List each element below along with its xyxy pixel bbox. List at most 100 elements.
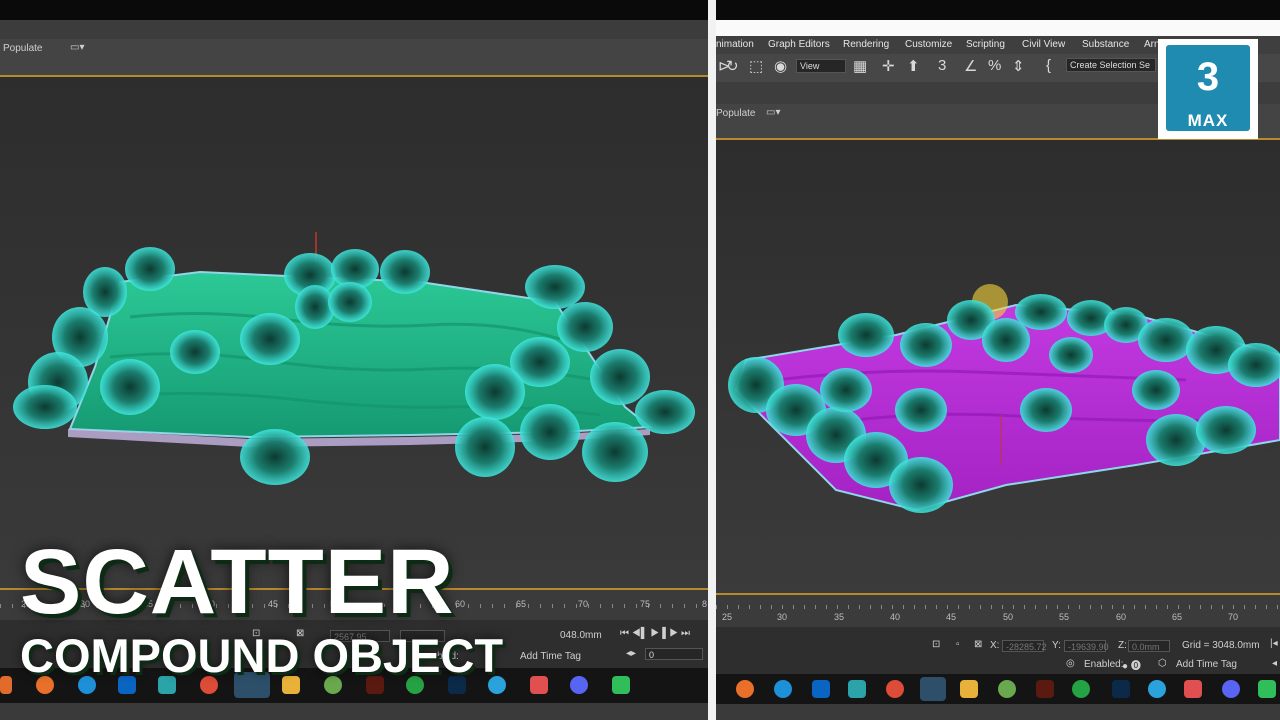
right-top-bar xyxy=(716,0,1280,20)
store-icon[interactable] xyxy=(530,676,548,694)
menu-customize[interactable]: Customize xyxy=(905,39,952,50)
snap-icon[interactable]: ⊡ xyxy=(932,639,940,650)
telegram-icon[interactable] xyxy=(1148,680,1166,698)
right-viewport[interactable] xyxy=(716,140,1280,595)
timeline-tick: 35 xyxy=(834,612,845,622)
logo-text: MAX xyxy=(1187,111,1229,130)
file-explorer-icon[interactable] xyxy=(960,680,978,698)
enabled-toggle-icon[interactable]: ● ⓿ xyxy=(1122,657,1141,672)
spinner-snap-icon[interactable]: ⇕ xyxy=(1012,57,1025,75)
whatsapp-icon[interactable] xyxy=(1072,680,1090,698)
key-mode-icon[interactable]: ◂▸ xyxy=(626,648,636,659)
greenapp-icon[interactable] xyxy=(612,676,630,694)
discord-icon[interactable] xyxy=(570,676,588,694)
redo-icon[interactable]: ↻ xyxy=(726,57,739,75)
timeline-tick: 40 xyxy=(890,612,901,622)
menu-substance[interactable]: Substance xyxy=(1082,39,1129,50)
left-scene xyxy=(13,232,695,485)
overlay-subtitle: COMPOUND OBJECT xyxy=(20,629,504,682)
right-status-bar: ⊡ ▫ ⊠ X: -28285.72 Y: -19639.90 Z: 0.0mm… xyxy=(716,627,1280,674)
right-taskbar xyxy=(716,674,1280,704)
greenapp-icon[interactable] xyxy=(1258,680,1276,698)
time-tag-icon[interactable]: ⬡ xyxy=(1158,658,1167,669)
time-config-icon[interactable]: ◎ xyxy=(1066,658,1075,669)
y-label: Y: xyxy=(1052,640,1061,651)
timeline-tick: 70 xyxy=(1228,612,1239,622)
playback-start-icon[interactable]: |◂ xyxy=(1270,638,1278,649)
left-top-bar xyxy=(0,0,708,20)
app-icon[interactable] xyxy=(0,676,12,694)
timeline-tick: 60 xyxy=(455,599,466,609)
right-timeline[interactable]: 25 30 35 40 45 50 55 60 65 70 xyxy=(716,595,1280,627)
add-time-tag[interactable]: Add Time Tag xyxy=(1176,659,1237,670)
reference-coord-select[interactable]: View xyxy=(796,59,846,73)
store-icon[interactable] xyxy=(1184,680,1202,698)
grid-readout: 048.0mm xyxy=(560,630,602,641)
maya-icon[interactable] xyxy=(848,680,866,698)
key-mode-icon[interactable]: ◂ xyxy=(1272,658,1277,669)
x-label: X: xyxy=(990,640,1000,651)
logo-badge: 3 MAX xyxy=(1166,45,1250,131)
ribbon-options-icon[interactable]: ▭▾ xyxy=(766,107,780,118)
timeline-tick: 70 xyxy=(578,599,589,609)
chrome-icon[interactable] xyxy=(886,680,904,698)
overlay-title: SCATTER xyxy=(20,531,455,633)
illustrator-icon[interactable] xyxy=(1036,680,1054,698)
angle-snap-icon[interactable]: ∠ xyxy=(964,57,977,75)
z-label: Z: xyxy=(1118,640,1127,651)
timeline-tick: 55 xyxy=(1059,612,1070,622)
3dsmax-taskbar-icon[interactable] xyxy=(920,677,946,701)
left-toolbar-strip xyxy=(0,20,708,39)
logo-number: 3 xyxy=(1196,55,1220,99)
timeline-tick: 25 xyxy=(722,612,733,622)
right-title-strip xyxy=(716,20,1280,36)
outlook-icon[interactable] xyxy=(812,680,830,698)
ribbon-options-icon[interactable]: ▭▾ xyxy=(70,42,84,53)
z-coord-field[interactable]: 0.0mm xyxy=(1128,640,1170,652)
photoshop-icon[interactable] xyxy=(1112,680,1130,698)
timeline-tick: 30 xyxy=(777,612,788,622)
timeline-tick: 60 xyxy=(1116,612,1127,622)
discord-icon[interactable] xyxy=(1222,680,1240,698)
snap-toggle-icon[interactable]: 3 xyxy=(938,57,946,74)
pane-divider xyxy=(708,0,716,720)
named-selection-set[interactable]: Create Selection Se xyxy=(1066,58,1156,72)
add-time-tag[interactable]: Add Time Tag xyxy=(520,651,581,662)
3dsmax-logo: 3 MAX xyxy=(1158,39,1258,139)
right-scene xyxy=(728,284,1280,513)
select-object-icon[interactable]: ◉ xyxy=(774,57,787,75)
playback-controls[interactable]: ⏮ ◀▌ ▶ ▌▶ ⏭ xyxy=(620,628,690,639)
x-coord-field[interactable]: -28285.72 xyxy=(1002,640,1047,652)
menu-civil-view[interactable]: Civil View xyxy=(1022,39,1065,50)
firefox-icon[interactable] xyxy=(736,680,754,698)
timeline-tick: 65 xyxy=(1172,612,1183,622)
plant-app-icon[interactable] xyxy=(998,680,1016,698)
timeline-ruler xyxy=(716,605,1280,609)
menu-rendering[interactable]: Rendering xyxy=(843,39,889,50)
menu-graph-editors[interactable]: Graph Editors xyxy=(768,39,830,50)
timeline-tick: 50 xyxy=(1003,612,1014,622)
y-coord-field[interactable]: -19639.90 xyxy=(1064,640,1109,652)
select-region-icon[interactable]: ⬚ xyxy=(749,57,763,75)
frame-field[interactable]: 0 xyxy=(645,648,703,660)
timeline-tick: 8 xyxy=(702,599,708,609)
absolute-mode-icon[interactable]: ⊠ xyxy=(974,639,982,650)
enabled-label: Enabled: xyxy=(1084,659,1124,670)
grid-readout: Grid = 3048.0mm xyxy=(1182,640,1260,651)
left-ribbon: Populate ▭▾ xyxy=(0,39,708,75)
edge-icon[interactable] xyxy=(774,680,792,698)
timeline-tick: 65 xyxy=(516,599,527,609)
lock-icon[interactable]: ▫ xyxy=(956,639,960,650)
percent-snap-icon[interactable]: % xyxy=(988,57,1001,74)
menu-scripting[interactable]: Scripting xyxy=(966,39,1005,50)
manipulate-icon[interactable]: ⬆ xyxy=(907,57,920,75)
menu-animation[interactable]: nimation xyxy=(716,39,754,50)
edit-named-selection-icon[interactable]: { xyxy=(1046,57,1051,74)
left-viewport[interactable] xyxy=(0,77,708,590)
move-icon[interactable]: ✛ xyxy=(882,57,895,75)
populate-tab[interactable]: Populate xyxy=(3,43,42,54)
timeline-tick: 45 xyxy=(946,612,957,622)
populate-tab[interactable]: Populate xyxy=(716,108,755,119)
timeline-tick: 75 xyxy=(640,599,651,609)
pivot-icon[interactable]: ▦ xyxy=(853,57,867,75)
